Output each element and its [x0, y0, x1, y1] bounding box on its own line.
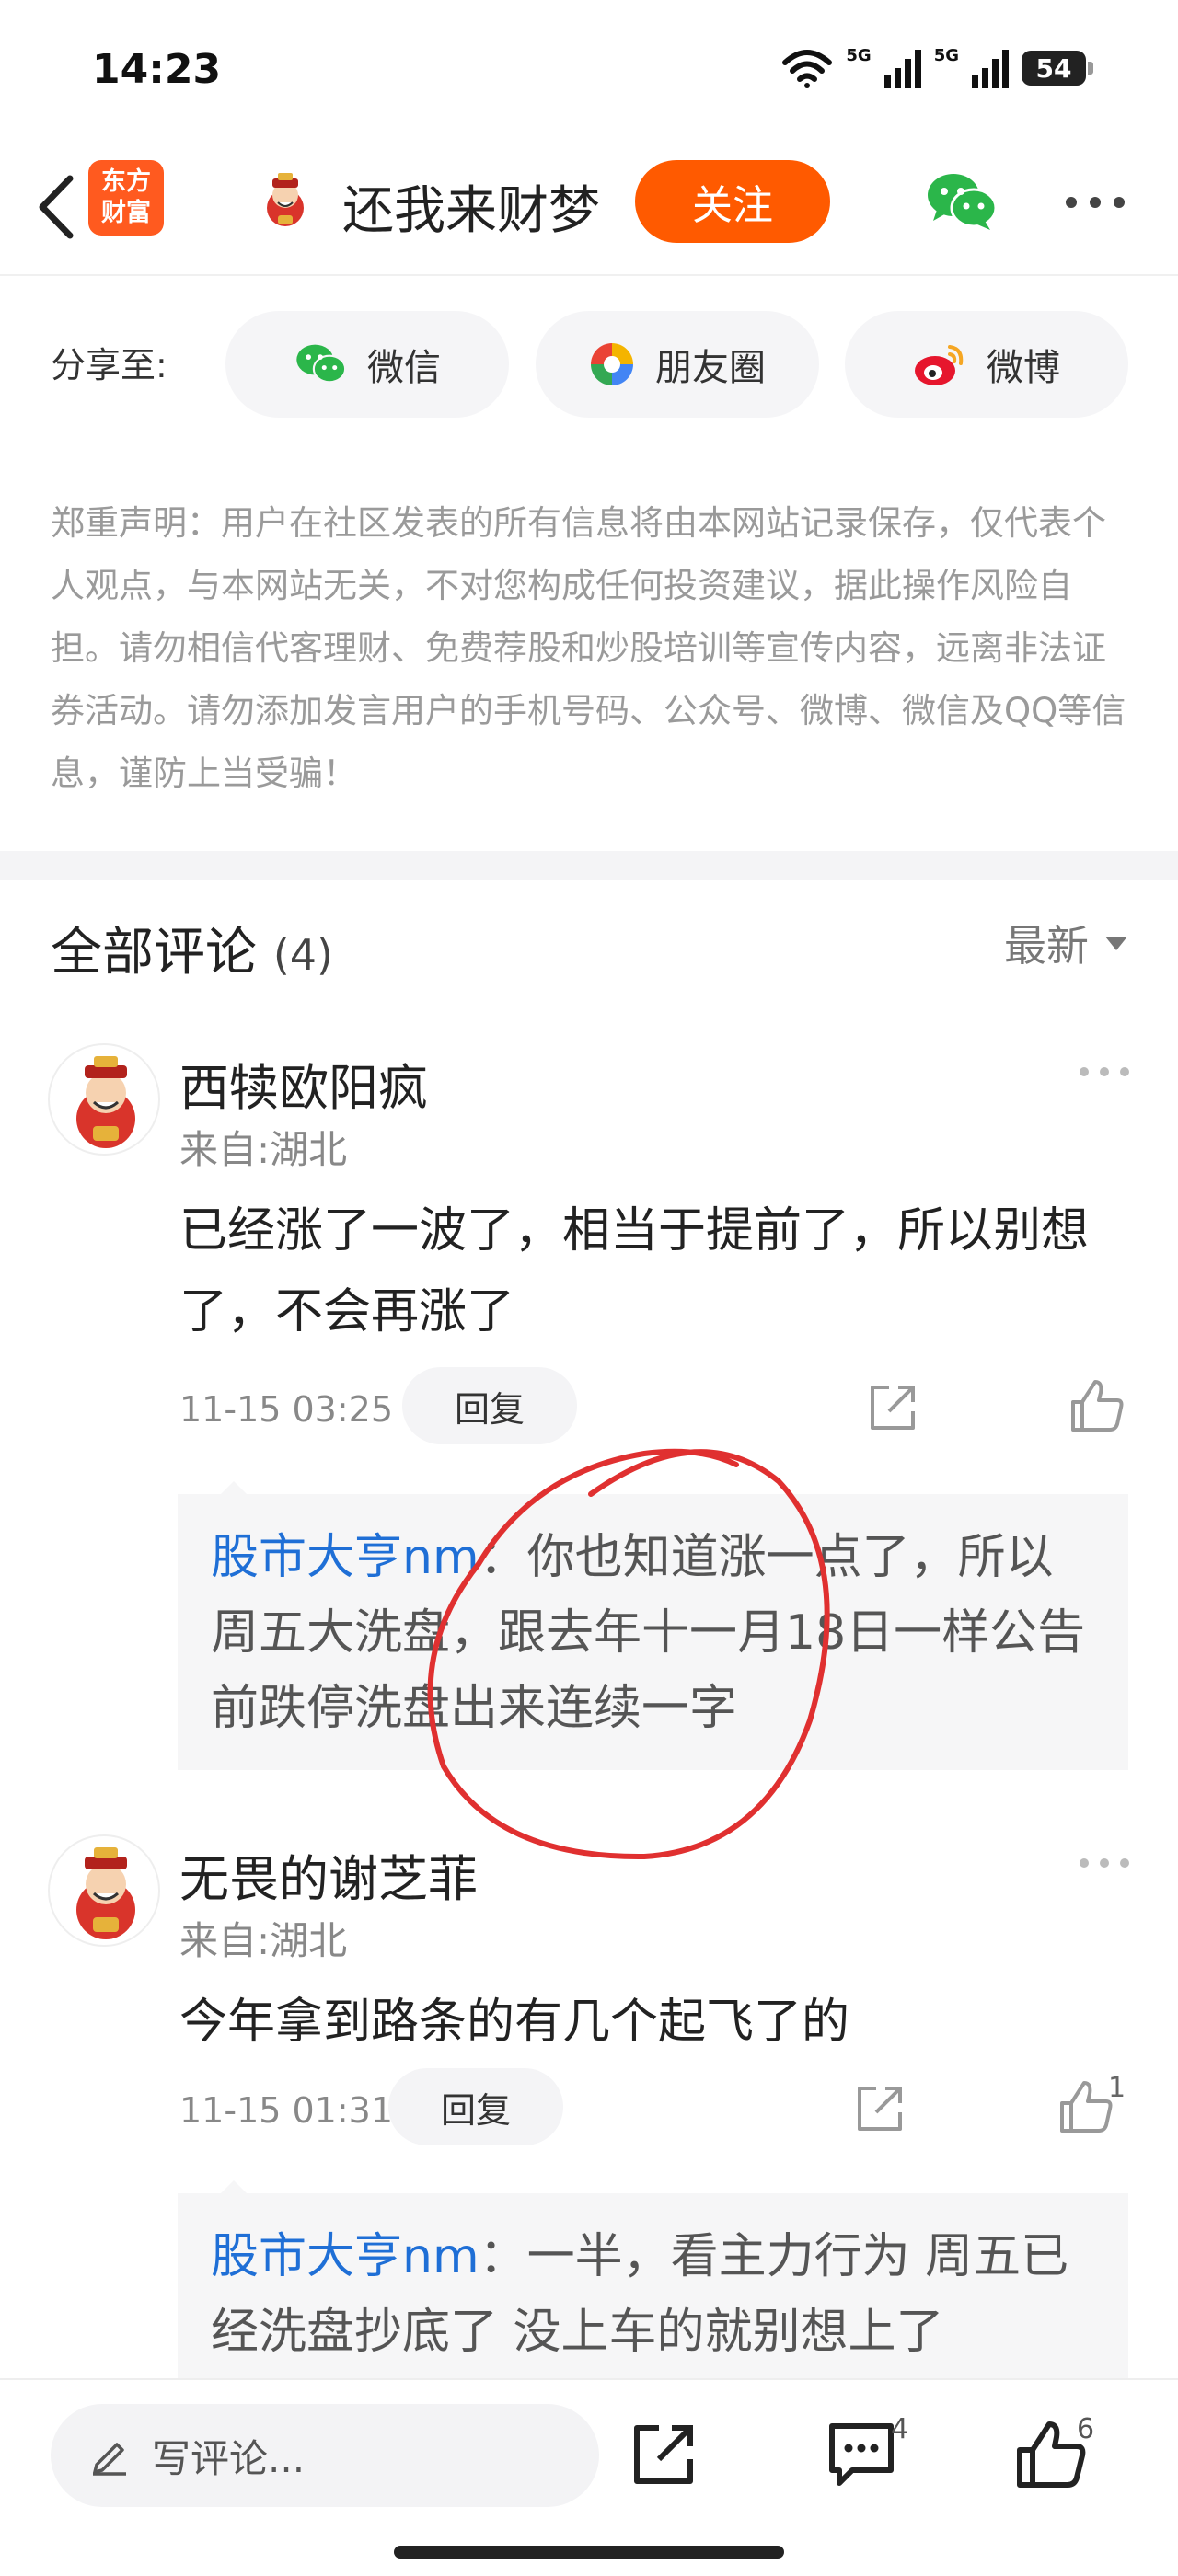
thumbs-up-icon[interactable] — [1068, 1376, 1126, 1435]
share-weibo-button[interactable]: 微博 — [845, 311, 1128, 418]
sort-dropdown[interactable]: 最新 — [1004, 913, 1127, 973]
chevron-left-icon — [39, 175, 74, 239]
wechat-icon — [296, 344, 347, 384]
comment-location: 来自:湖北 — [179, 1918, 348, 1963]
app-logo-line1: 东方 — [101, 167, 151, 196]
comment-count: 4 — [891, 2413, 909, 2445]
avatar[interactable] — [48, 1834, 160, 1947]
comment-text: 已经涨了一波了，相当于提前了，所以别想了，不会再涨了 — [179, 1203, 1090, 1340]
thumbs-up-icon[interactable] — [1057, 2077, 1115, 2136]
sort-label: 最新 — [1004, 921, 1089, 971]
reply-separator: ： — [479, 2229, 527, 2284]
comments-count: (4) — [272, 930, 333, 980]
reply-author[interactable]: 股市大亨nm — [211, 2229, 479, 2284]
share-icon[interactable] — [628, 2417, 701, 2490]
avatar-icon — [76, 1056, 135, 1148]
comment-author[interactable]: 西犊欧阳疯 — [179, 1047, 428, 1120]
share-wechat-button[interactable]: 微信 — [225, 311, 509, 418]
status-bar: 14:23 5G 5G 54 — [0, 0, 1178, 138]
user-avatar-icon[interactable] — [254, 171, 317, 234]
share-row: 分享至: 微信 朋友圈 微博 — [0, 304, 1178, 423]
pencil-icon — [93, 2443, 126, 2476]
share-icon[interactable] — [852, 2081, 907, 2136]
share-weibo-label: 微博 — [987, 347, 1060, 389]
moments-icon — [591, 343, 633, 385]
disclaimer-text: 郑重声明：用户在社区发表的所有信息将由本网站记录保存，仅代表个人观点，与本网站无… — [51, 503, 1126, 793]
page-title: 还我来财梦 — [342, 181, 600, 241]
comment-location: 来自:湖北 — [179, 1127, 348, 1172]
share-moments-button[interactable]: 朋友圈 — [536, 311, 819, 418]
more-options-icon[interactable] — [1058, 175, 1132, 230]
share-moments-label: 朋友圈 — [655, 347, 766, 389]
comment-time: 11-15 01:31 — [179, 2090, 394, 2131]
comment-author[interactable]: 无畏的谢芝菲 — [179, 1838, 478, 1911]
chevron-down-icon — [1105, 936, 1127, 950]
home-indicator[interactable] — [394, 2546, 784, 2559]
network-type-2: 5G — [933, 45, 959, 65]
reply-button[interactable]: 回复 — [402, 1367, 577, 1444]
top-nav-bar: 东方 财富 还我来财梦 关注 — [0, 138, 1178, 276]
reply-button[interactable]: 回复 — [388, 2068, 563, 2145]
weibo-icon — [915, 345, 964, 385]
battery-icon: 54 — [1022, 51, 1093, 86]
section-divider — [0, 851, 1178, 880]
comment-icon[interactable] — [825, 2417, 898, 2490]
like-count: 6 — [1077, 2413, 1095, 2445]
write-comment-placeholder: 写评论... — [152, 2435, 306, 2481]
more-options-icon[interactable] — [1077, 1058, 1132, 1086]
wifi-icon — [782, 50, 833, 88]
like-count: 1 — [1108, 2072, 1126, 2104]
comment-time: 11-15 03:25 — [179, 1389, 394, 1430]
share-wechat-label: 微信 — [367, 347, 441, 389]
network-type-1: 5G — [846, 45, 872, 65]
app-logo-line2: 财富 — [101, 199, 151, 227]
reply-box[interactable]: 股市大亨nm：你也知道涨一点了，所以周五大洗盘，跟去年十一月18日一样公告前跌停… — [178, 1494, 1128, 1770]
reply-author[interactable]: 股市大亨nm — [211, 1530, 479, 1585]
clock: 14:23 — [92, 46, 222, 93]
follow-button[interactable]: 关注 — [635, 160, 830, 243]
reply-separator: ： — [479, 1530, 527, 1585]
more-options-icon[interactable] — [1077, 1849, 1132, 1877]
avatar-icon — [76, 1847, 135, 1939]
app-logo[interactable]: 东方 财富 — [88, 160, 164, 236]
reply-pointer — [221, 1481, 247, 1494]
reply-pointer — [221, 2180, 247, 2193]
wechat-icon[interactable] — [924, 169, 998, 234]
signal-icon — [884, 50, 921, 88]
share-icon[interactable] — [865, 1380, 920, 1435]
comments-header: 全部评论 (4) — [51, 911, 333, 985]
comment-text: 今年拿到路条的有几个起飞了的 — [179, 1995, 850, 2050]
write-comment-input[interactable]: 写评论... — [51, 2404, 599, 2507]
avatar[interactable] — [48, 1043, 160, 1156]
signal-icon — [972, 50, 1009, 88]
bottom-action-bar: 写评论... 4 6 — [0, 2378, 1178, 2576]
status-icons: 5G 5G 54 — [781, 45, 1093, 88]
share-label: 分享至: — [51, 345, 167, 385]
back-button[interactable] — [23, 170, 87, 244]
reply-box[interactable]: 股市大亨nm：一半，看主力行为 周五已经洗盘抄底了 没上车的就别想上了 — [178, 2193, 1128, 2386]
comments-title: 全部评论 — [51, 923, 257, 983]
